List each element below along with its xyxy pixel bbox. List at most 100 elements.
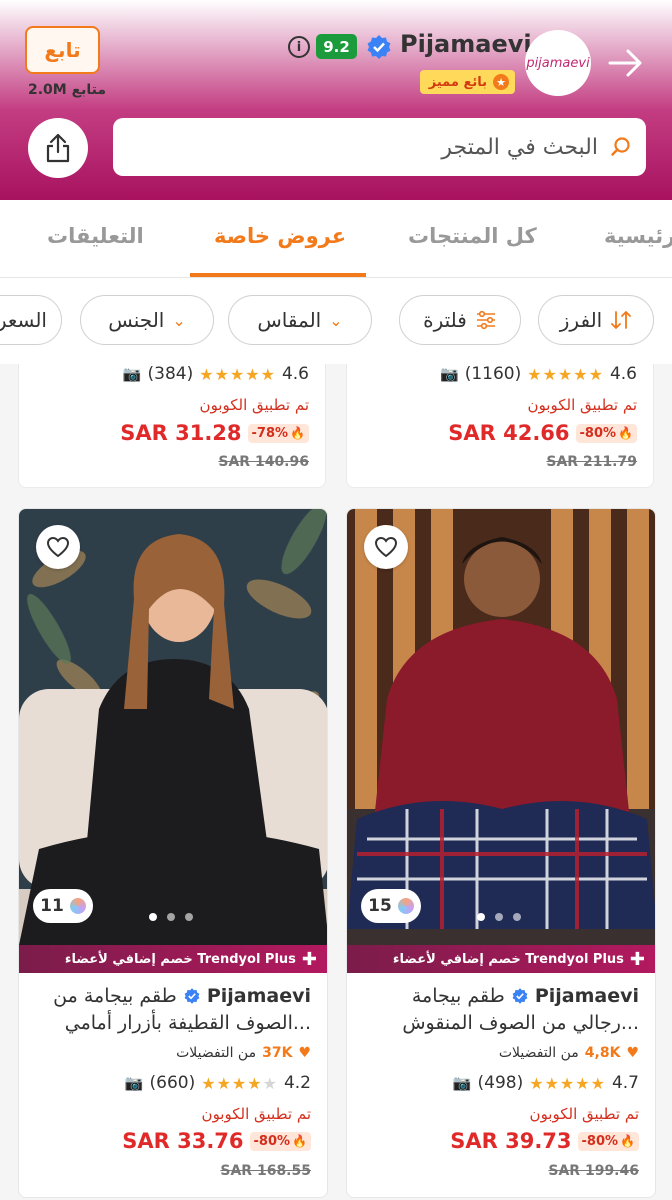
price: SAR 39.73 xyxy=(450,1129,572,1153)
coupon-applied-text: تم تطبيق الكوبون xyxy=(201,1105,311,1123)
carousel-dot xyxy=(477,913,485,921)
old-price-row: SAR 168.55 xyxy=(220,1163,311,1179)
share-button[interactable] xyxy=(28,118,88,178)
star-rating: ★★★★★ xyxy=(199,364,276,384)
featured-seller-badge: بائع مميز ★ xyxy=(420,70,515,94)
camera-icon: 📷 xyxy=(452,1074,472,1092)
tab-home[interactable]: رئيسية xyxy=(604,224,672,248)
active-tab-indicator xyxy=(190,273,366,277)
filter-bar: الفرز فلترة المقاس ⌄ الجنس ⌄ السعر xyxy=(0,278,672,364)
brand-name: Pijamaevi xyxy=(534,985,639,1007)
price-row: SAR 39.73 -80% 🔥 xyxy=(450,1129,639,1153)
rating-value: 4.6 xyxy=(609,364,637,384)
carousel-dot xyxy=(149,913,157,921)
old-price-row: SAR 211.79 xyxy=(546,454,637,470)
favorite-button[interactable] xyxy=(364,525,408,569)
gallery-icon xyxy=(397,898,414,914)
original-price: SAR 140.96 xyxy=(218,454,309,470)
discount-value: -80% xyxy=(253,1133,291,1149)
verified-icon xyxy=(367,35,391,59)
sort-chip[interactable]: الفرز xyxy=(538,295,654,345)
coupon-applied-text: تم تطبيق الكوبون xyxy=(529,1105,639,1123)
product-card[interactable]: 15 خصم إضافي لأعضاء Trendyol Plus ✚ طقم … xyxy=(346,508,656,1198)
discount-badge: -80% 🔥 xyxy=(249,1131,311,1151)
filter-chip[interactable]: فلترة xyxy=(399,295,521,345)
product-card[interactable]: 11 خصم إضافي لأعضاء Trendyol Plus ✚ طقم … xyxy=(18,508,328,1198)
price-row: SAR 33.76 -80% 🔥 xyxy=(122,1129,311,1153)
price-chip[interactable]: السعر xyxy=(0,295,62,345)
original-price: SAR 199.46 xyxy=(548,1163,639,1179)
gallery-icon xyxy=(69,898,86,914)
product-card[interactable]: 📷 (1160) ★★★★★ 4.6 تم تطبيق الكوبون SAR … xyxy=(346,364,654,488)
product-image[interactable]: 15 xyxy=(347,509,655,945)
product-title-line2[interactable]: الصوف القطيفة بأزرار أمامي... xyxy=(65,1012,311,1034)
heart-filled-icon: ♥ xyxy=(298,1045,311,1061)
carousel-dot xyxy=(495,913,503,921)
size-chip[interactable]: المقاس ⌄ xyxy=(228,295,372,345)
discount-value: -80% xyxy=(579,425,617,441)
chevron-down-icon: ⌄ xyxy=(329,310,343,330)
heart-icon xyxy=(374,536,398,558)
discount-badge: -80% 🔥 xyxy=(577,1131,639,1151)
featured-seller-label: بائع مميز xyxy=(428,74,487,90)
back-arrow-icon[interactable] xyxy=(606,46,646,80)
info-icon[interactable]: i xyxy=(288,36,310,58)
product-title[interactable]: طقم بيجامة Pijamaevi xyxy=(412,985,639,1007)
coupon-row: تم تطبيق الكوبون xyxy=(528,396,637,414)
original-price: SAR 168.55 xyxy=(220,1163,311,1179)
trendyol-plus-strip: خصم إضافي لأعضاء Trendyol Plus ✚ xyxy=(347,945,655,973)
star-rating: ★★★★★ xyxy=(529,1073,606,1093)
star-rating: ★★★★★ xyxy=(527,364,604,384)
store-name[interactable]: Pijamaevi xyxy=(400,30,532,58)
product-image[interactable]: 11 xyxy=(19,509,327,945)
price-label: السعر xyxy=(0,308,47,332)
rating-count: (498) xyxy=(477,1073,524,1093)
discount-badge: -80% 🔥 xyxy=(575,423,637,443)
image-count-badge: 11 xyxy=(33,889,93,923)
coupon-applied-text: تم تطبيق الكوبون xyxy=(199,396,309,414)
gender-chip[interactable]: الجنس ⌄ xyxy=(80,295,214,345)
product-title-line2[interactable]: رجالي من الصوف المنقوش... xyxy=(402,1012,639,1034)
plus-icon: ✚ xyxy=(301,948,317,970)
rating-count: (1160) xyxy=(464,364,522,384)
original-price: SAR 211.79 xyxy=(546,454,637,470)
favorites-row: من التفضيلات 37K ♥ xyxy=(176,1045,311,1061)
gender-label: الجنس xyxy=(108,308,165,332)
rating-value: 4.6 xyxy=(281,364,309,384)
favorite-button[interactable] xyxy=(36,525,80,569)
sort-label: الفرز xyxy=(559,308,603,332)
carousel-dots xyxy=(477,913,521,921)
store-logo[interactable]: pijamaevi xyxy=(525,30,591,96)
tab-special-offers[interactable]: عروض خاصة xyxy=(214,224,346,248)
flame-icon: 🔥 xyxy=(618,426,633,440)
search-icon xyxy=(611,137,630,156)
flame-icon: 🔥 xyxy=(290,426,305,440)
product-card[interactable]: 📷 (384) ★★★★★ 4.6 تم تطبيق الكوبون SAR 3… xyxy=(18,364,326,488)
old-price-row: SAR 140.96 xyxy=(218,454,309,470)
discount-badge: -78% 🔥 xyxy=(247,423,309,443)
verified-icon xyxy=(184,988,200,1004)
product-photo xyxy=(347,509,655,945)
product-title[interactable]: طقم بيجامة من Pijamaevi xyxy=(53,985,311,1007)
chevron-down-icon: ⌄ xyxy=(172,310,186,330)
sort-icon xyxy=(611,311,632,329)
plus-discount-text: خصم إضافي لأعضاء Trendyol Plus xyxy=(64,951,296,967)
coupon-applied-text: تم تطبيق الكوبون xyxy=(527,396,637,414)
price-row: SAR 42.66 -80% 🔥 xyxy=(448,421,637,445)
store-search-input[interactable]: البحث في المتجر xyxy=(113,118,646,176)
share-icon xyxy=(46,133,70,163)
heart-filled-icon: ♥ xyxy=(626,1045,639,1061)
carousel-dot xyxy=(513,913,521,921)
rating-row: 📷 (384) ★★★★★ 4.6 xyxy=(123,364,309,384)
price: SAR 33.76 xyxy=(122,1129,244,1153)
trendyol-plus-strip: خصم إضافي لأعضاء Trendyol Plus ✚ xyxy=(19,945,327,973)
image-count-badge: 15 xyxy=(361,889,421,923)
tab-all-products[interactable]: كل المنتجات xyxy=(408,224,537,248)
favorites-label: من التفضيلات xyxy=(498,1045,579,1061)
follow-button[interactable]: تابع xyxy=(25,26,100,74)
filter-sliders-icon xyxy=(476,310,495,330)
tab-reviews[interactable]: التعليقات xyxy=(47,224,144,248)
product-photo xyxy=(19,509,327,945)
rating-count: (660) xyxy=(149,1073,196,1093)
carousel-dot xyxy=(167,913,175,921)
